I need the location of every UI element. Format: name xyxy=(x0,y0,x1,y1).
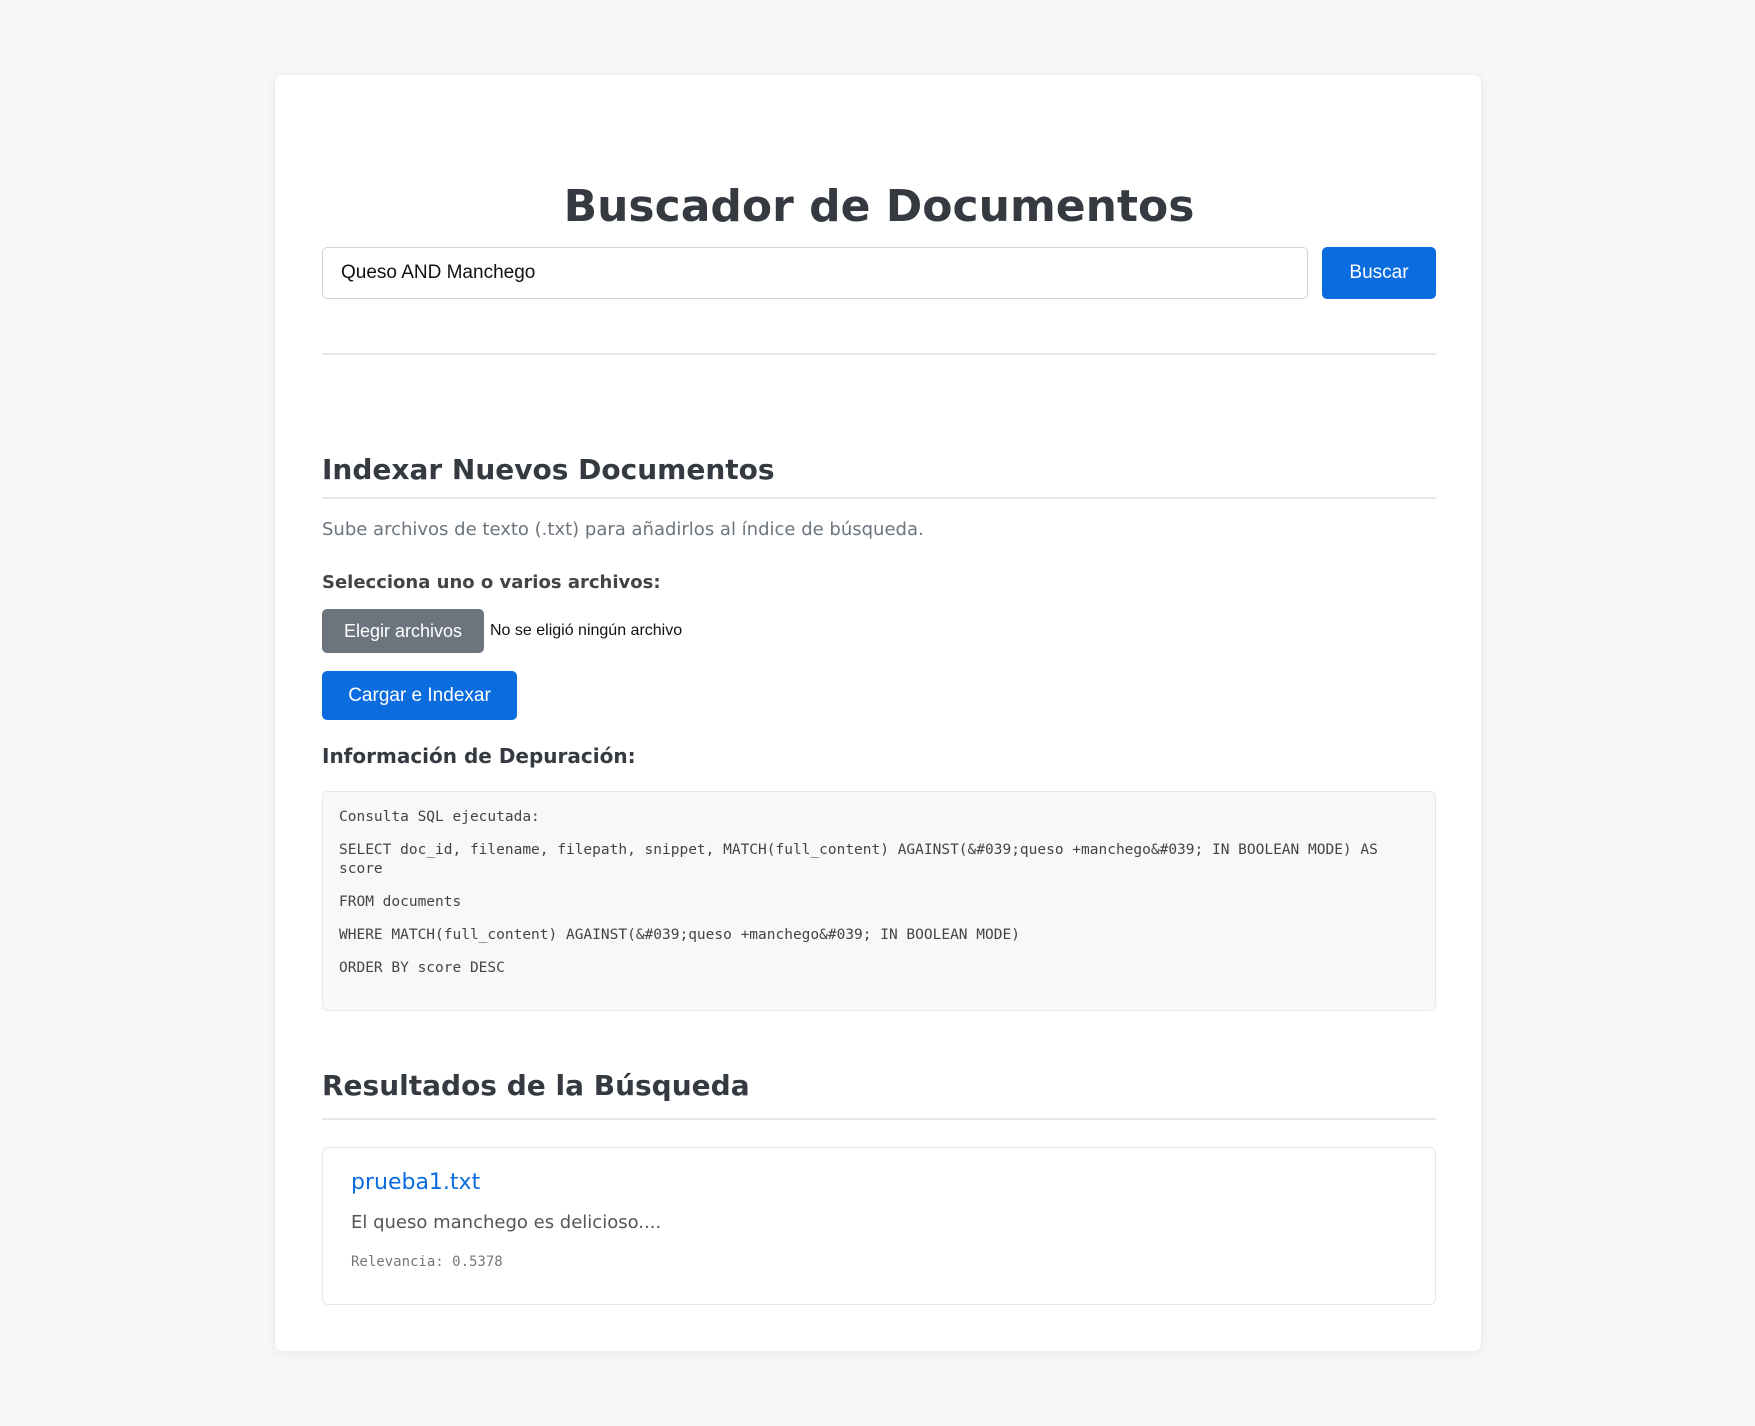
upload-index-button[interactable]: Cargar e Indexar xyxy=(322,671,517,720)
search-input[interactable] xyxy=(322,247,1308,299)
result-relevance: Relevancia: 0.5378 xyxy=(351,1254,503,1270)
debug-sql-box: Consulta SQL ejecutada: SELECT doc_id, f… xyxy=(322,791,1436,1011)
debug-line: ORDER BY score DESC xyxy=(339,960,505,976)
file-picker: Elegir archivos No se eligió ningún arch… xyxy=(322,609,1436,653)
result-filename-link[interactable]: prueba1.txt xyxy=(351,1170,480,1195)
debug-line: FROM documents xyxy=(339,894,462,910)
page-title: Buscador de Documentos xyxy=(563,181,1195,232)
result-item: prueba1.txt El queso manchego es delicio… xyxy=(322,1147,1436,1305)
index-section-title: Indexar Nuevos Documentos xyxy=(322,453,775,486)
result-snippet: El queso manchego es delicioso.... xyxy=(351,1212,662,1233)
divider xyxy=(322,353,1436,355)
debug-line: SELECT doc_id, filename, filepath, snipp… xyxy=(339,842,1387,877)
choose-files-button[interactable]: Elegir archivos xyxy=(322,609,484,653)
index-description: Sube archivos de texto (.txt) para añadi… xyxy=(322,519,924,540)
index-section-divider xyxy=(322,497,1436,499)
debug-line: WHERE MATCH(full_content) AGAINST(&#039;… xyxy=(339,927,1020,943)
debug-line: Consulta SQL ejecutada: xyxy=(339,809,540,825)
main-card: Buscador de Documentos Buscar Indexar Nu… xyxy=(274,74,1482,1352)
debug-title: Información de Depuración: xyxy=(322,744,636,768)
results-title: Resultados de la Búsqueda xyxy=(322,1069,750,1102)
search-form: Buscar xyxy=(322,247,1436,299)
search-button[interactable]: Buscar xyxy=(1322,247,1436,299)
file-status-text: No se eligió ningún archivo xyxy=(490,622,683,639)
results-divider xyxy=(322,1118,1436,1120)
files-label: Selecciona uno o varios archivos: xyxy=(322,572,661,593)
